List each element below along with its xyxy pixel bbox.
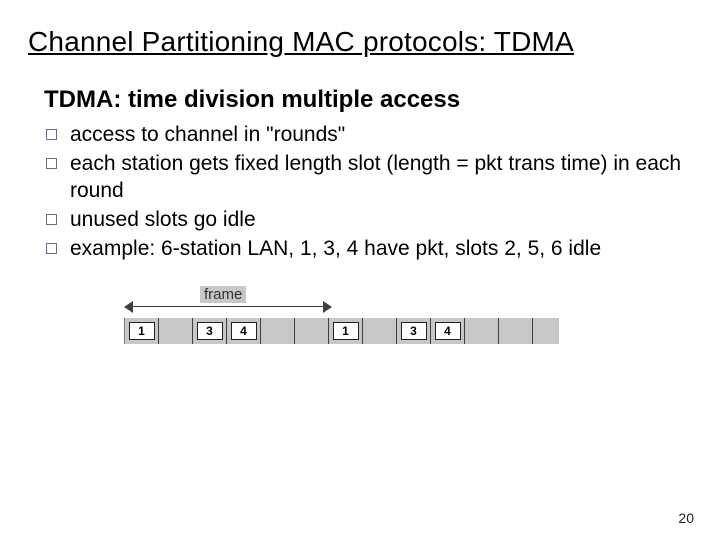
packet-box: 3 xyxy=(401,322,427,340)
tdma-slot-tail xyxy=(533,318,553,344)
tdma-slot: 1 xyxy=(329,318,363,344)
packet-box: 1 xyxy=(333,322,359,340)
packet-box: 4 xyxy=(435,322,461,340)
frame-label: frame xyxy=(200,286,246,303)
tdma-slot xyxy=(261,318,295,344)
arrow-left-icon xyxy=(124,301,133,313)
bullet-item: access to channel in "rounds" xyxy=(44,122,692,149)
slide: Channel Partitioning MAC protocols: TDMA… xyxy=(0,0,720,540)
tdma-slot xyxy=(499,318,533,344)
bullet-item: unused slots go idle xyxy=(44,207,692,234)
arrow-line xyxy=(130,306,326,307)
slot-row: 134134 xyxy=(124,318,559,344)
tdma-slot xyxy=(159,318,193,344)
tdma-slot xyxy=(363,318,397,344)
page-number: 20 xyxy=(678,510,694,526)
frame-label-row: frame xyxy=(124,288,564,318)
packet-box: 4 xyxy=(231,322,257,340)
bullet-item: example: 6-station LAN, 1, 3, 4 have pkt… xyxy=(44,236,692,263)
slide-subtitle: TDMA: time division multiple access xyxy=(44,86,692,114)
bullet-item: each station gets fixed length slot (len… xyxy=(44,151,692,205)
tdma-slot: 1 xyxy=(125,318,159,344)
arrow-right-icon xyxy=(323,301,332,313)
tdma-diagram: frame 134134 xyxy=(124,288,564,344)
bullet-list: access to channel in "rounds" each stati… xyxy=(44,122,692,262)
tdma-slot: 3 xyxy=(193,318,227,344)
tdma-slot: 4 xyxy=(431,318,465,344)
tdma-slot xyxy=(465,318,499,344)
slide-title: Channel Partitioning MAC protocols: TDMA xyxy=(28,26,692,58)
tdma-slot: 3 xyxy=(397,318,431,344)
tdma-slot: 4 xyxy=(227,318,261,344)
packet-box: 1 xyxy=(129,322,155,340)
tdma-slot xyxy=(295,318,329,344)
packet-box: 3 xyxy=(197,322,223,340)
